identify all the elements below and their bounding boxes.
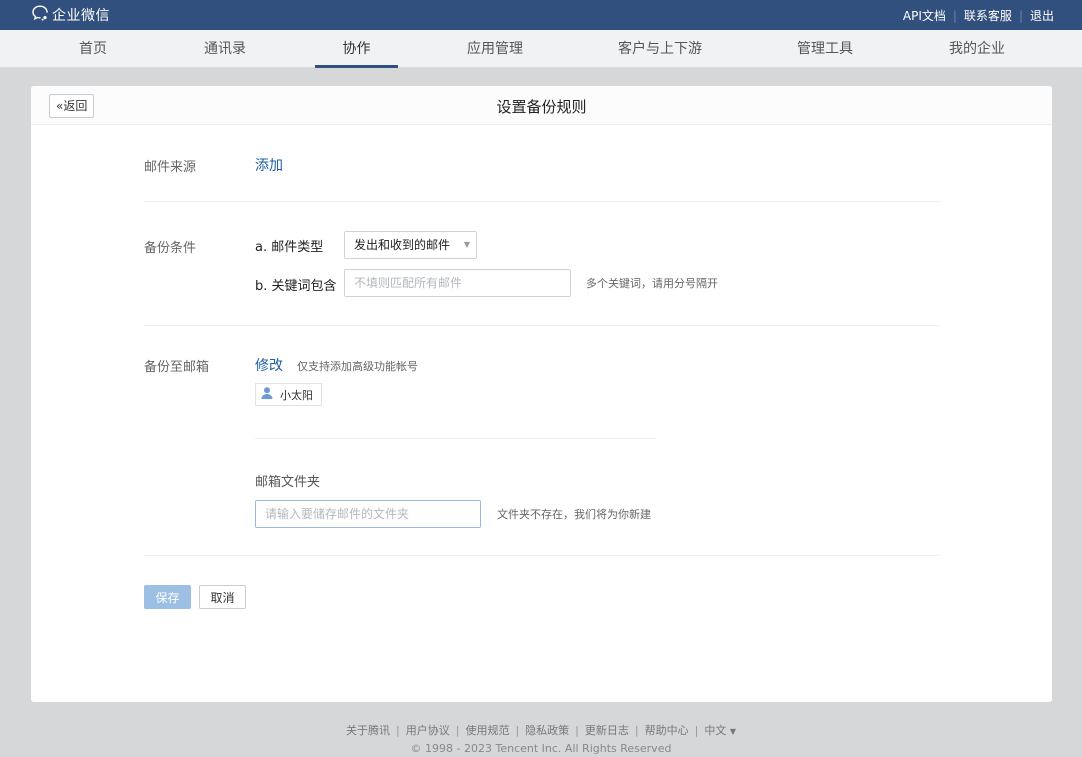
divider: | [634, 723, 639, 737]
logo[interactable]: 企业微信 [31, 4, 110, 26]
logout-link[interactable]: 退出 [1030, 7, 1054, 24]
backup-to-label: 备份至邮箱 [144, 360, 210, 375]
page-title: 设置备份规则 [496, 98, 587, 116]
footer-link-privacy[interactable]: 隐私政策 [525, 722, 569, 738]
caret-down-icon: ▼ [463, 240, 470, 249]
copyright: © 1998 - 2023 Tencent Inc. All Rights Re… [410, 742, 672, 755]
subsection-divider [255, 438, 656, 439]
modify-hint: 仅支持添加高级功能帐号 [297, 360, 418, 373]
nav-item-contacts[interactable]: 通讯录 [195, 30, 255, 68]
nav-item-management-tools[interactable]: 管理工具 [785, 30, 865, 68]
mail-type-label: a. 邮件类型 [255, 240, 324, 255]
keyword-input[interactable] [344, 269, 571, 297]
divider: | [694, 723, 699, 737]
folder-label: 邮箱文件夹 [255, 475, 321, 490]
divider: | [515, 723, 520, 737]
nav-item-my-enterprise[interactable]: 我的企业 [937, 30, 1017, 68]
divider: | [952, 8, 957, 23]
footer-link-help[interactable]: 帮助中心 [645, 722, 689, 738]
backup-rule-panel: «返回 设置备份规则 邮件来源 添加 备份条件 a. 邮件类型 发出和收到的邮件… [31, 86, 1052, 702]
language-label: 中文 [704, 724, 727, 737]
backup-condition-label: 备份条件 [144, 241, 197, 256]
nav-item-home[interactable]: 首页 [63, 30, 123, 68]
section-divider [144, 325, 940, 326]
language-select[interactable]: 中文 ▼ [704, 722, 736, 738]
divider: | [396, 723, 400, 737]
nav-item-app-management[interactable]: 应用管理 [455, 30, 535, 68]
divider: | [1018, 8, 1023, 23]
logo-text: 企业微信 [52, 8, 110, 24]
caret-down-icon: ▼ [729, 727, 736, 736]
top-bar: 企业微信 API文档 | 联系客服 | 退出 [0, 0, 1082, 30]
user-icon [260, 386, 274, 403]
mail-source-label: 邮件来源 [144, 160, 197, 175]
folder-input[interactable] [255, 500, 481, 528]
nav-item-collaboration[interactable]: 协作 [315, 30, 398, 68]
footer-links: 关于腾讯 | 用户协议 | 使用规范 | 隐私政策 | 更新日志 | 帮助中心 … [0, 722, 1082, 738]
section-divider [144, 555, 940, 556]
member-chip[interactable]: 小太阳 [255, 383, 322, 406]
main-nav: 首页 通讯录 协作 应用管理 客户与上下游 管理工具 我的企业 [0, 30, 1082, 68]
footer-link-changelog[interactable]: 更新日志 [585, 722, 629, 738]
panel-header: «返回 设置备份规则 [31, 86, 1052, 125]
api-docs-link[interactable]: API文档 [903, 7, 946, 24]
divider: | [455, 723, 460, 737]
footer-link-user-agreement[interactable]: 用户协议 [406, 722, 450, 738]
top-links: API文档 | 联系客服 | 退出 [903, 7, 1054, 24]
modify-link[interactable]: 修改 [255, 355, 283, 375]
keyword-label: b. 关键词包含 [255, 279, 337, 294]
cancel-button[interactable]: 取消 [199, 585, 246, 609]
member-name: 小太阳 [280, 388, 313, 402]
save-button[interactable]: 保存 [144, 585, 191, 609]
nav-item-customers[interactable]: 客户与上下游 [605, 30, 715, 68]
mail-type-value: 发出和收到的邮件 [354, 238, 451, 252]
footer-link-about[interactable]: 关于腾讯 [346, 722, 390, 738]
section-divider [144, 201, 940, 202]
add-source-link[interactable]: 添加 [255, 155, 283, 175]
mail-type-select[interactable]: 发出和收到的邮件 ▼ [344, 231, 477, 259]
footer-link-usage-rules[interactable]: 使用规范 [465, 722, 509, 738]
contact-support-link[interactable]: 联系客服 [964, 7, 1012, 24]
footer: 关于腾讯 | 用户协议 | 使用规范 | 隐私政策 | 更新日志 | 帮助中心 … [0, 722, 1082, 756]
divider: | [575, 723, 579, 737]
wecom-logo-icon [31, 4, 49, 26]
folder-hint: 文件夹不存在，我们将为你新建 [497, 508, 651, 521]
keyword-hint: 多个关键词，请用分号隔开 [586, 277, 718, 290]
